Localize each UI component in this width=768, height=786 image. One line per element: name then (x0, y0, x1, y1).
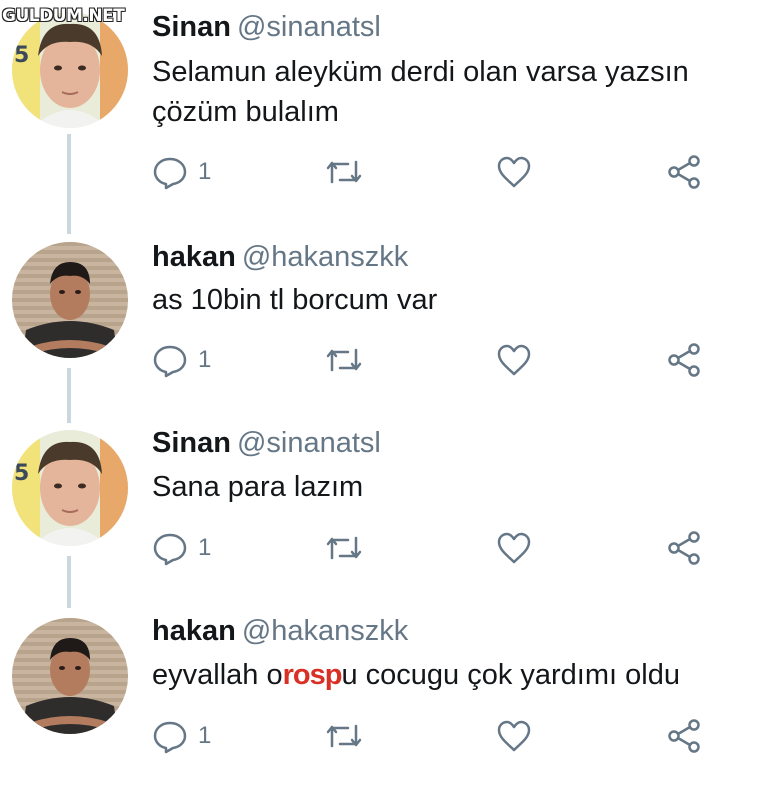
like-icon (497, 532, 531, 564)
tweet-header: Sinan @sinanatsl (152, 10, 381, 44)
share-button[interactable] (666, 340, 702, 380)
avatar-sinan-icon: 5 (12, 12, 128, 128)
avatar[interactable]: 5 (12, 12, 128, 128)
reply-count: 1 (198, 534, 212, 561)
avatar-hakan-icon (12, 618, 128, 734)
like-icon (497, 156, 531, 188)
reply-count: 1 (198, 722, 212, 749)
retweet-icon (326, 348, 362, 372)
avatar[interactable] (12, 618, 128, 734)
display-name[interactable]: Sinan (152, 11, 231, 43)
reply-icon (153, 345, 187, 378)
like-button[interactable] (496, 340, 532, 380)
display-name[interactable]: Sinan (152, 427, 231, 459)
tweet-header: hakan @hakanszkk (152, 614, 408, 648)
svg-text:5: 5 (14, 461, 29, 486)
thread-line (67, 556, 71, 608)
reply-icon (153, 721, 187, 754)
share-icon (668, 719, 700, 753)
tweet-actions: 1 (152, 528, 712, 568)
avatar[interactable]: 5 (12, 430, 128, 546)
tweet-actions: 1 (152, 716, 712, 756)
share-button[interactable] (666, 528, 702, 568)
reply-button[interactable]: 1 (152, 528, 211, 568)
retweet-button[interactable] (324, 716, 364, 756)
tweet-actions: 1 (152, 340, 712, 380)
reply-button[interactable]: 1 (152, 152, 211, 192)
tweet-text: as 10bin tl borcum var (152, 284, 438, 316)
share-icon (668, 155, 700, 189)
user-handle[interactable]: @hakanszkk (242, 241, 408, 273)
like-button[interactable] (496, 528, 532, 568)
user-handle[interactable]: @sinanatsl (237, 427, 381, 459)
retweet-button[interactable] (324, 528, 364, 568)
watermark: GULDUM.NET (2, 6, 125, 26)
share-button[interactable] (666, 152, 702, 192)
reply-icon (153, 157, 187, 190)
retweet-icon (326, 536, 362, 560)
reply-count: 1 (198, 158, 212, 185)
thread-line (67, 368, 71, 423)
tweet-text: Selamun aleyküm derdi olan varsa yazsın … (152, 56, 689, 128)
retweet-button[interactable] (324, 340, 364, 380)
thread-line (67, 134, 71, 234)
display-name[interactable]: hakan (152, 615, 236, 647)
censored-word: rosp (282, 659, 343, 691)
tweet-text: Sana para lazım (152, 471, 364, 503)
share-icon (668, 343, 700, 377)
avatar-sinan-icon: 5 (12, 430, 128, 546)
avatar[interactable] (12, 242, 128, 358)
tweet-actions: 1 (152, 152, 712, 192)
retweet-icon (326, 724, 362, 748)
like-button[interactable] (496, 716, 532, 756)
like-icon (497, 720, 531, 752)
reply-icon (153, 533, 187, 566)
reply-count: 1 (198, 346, 212, 373)
like-icon (497, 344, 531, 376)
retweet-button[interactable] (324, 152, 364, 192)
tweet-header: Sinan @sinanatsl (152, 426, 381, 460)
share-button[interactable] (666, 716, 702, 756)
avatar-hakan-icon (12, 242, 128, 358)
text-before: eyvallah o (152, 659, 283, 691)
tweet-text: eyvallah orospu cocugu çok yardımı oldu (152, 655, 752, 695)
reply-button[interactable]: 1 (152, 340, 211, 380)
share-icon (668, 531, 700, 565)
user-handle[interactable]: @sinanatsl (237, 11, 381, 43)
user-handle[interactable]: @hakanszkk (242, 615, 408, 647)
display-name[interactable]: hakan (152, 241, 236, 273)
retweet-icon (326, 160, 362, 184)
tweet-header: hakan @hakanszkk (152, 240, 408, 274)
reply-button[interactable]: 1 (152, 716, 211, 756)
svg-text:5: 5 (14, 43, 29, 68)
like-button[interactable] (496, 152, 532, 192)
text-after: u cocugu çok yardımı oldu (341, 659, 680, 691)
